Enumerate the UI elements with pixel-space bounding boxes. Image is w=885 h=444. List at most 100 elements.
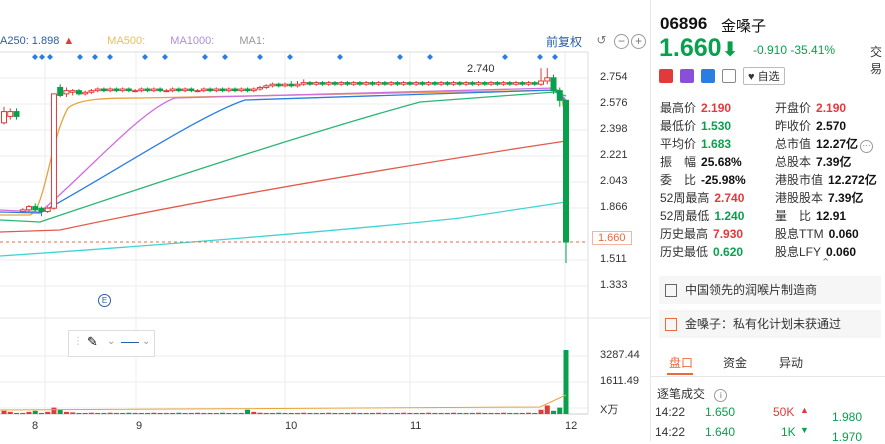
book-icon bbox=[665, 284, 677, 298]
volume-bar bbox=[532, 412, 538, 414]
volume-bar bbox=[344, 412, 350, 414]
tab-funds[interactable]: 资金 bbox=[723, 354, 747, 371]
candle-body bbox=[263, 85, 270, 88]
tab-quote[interactable]: 盘口 bbox=[669, 354, 693, 371]
candle-body bbox=[363, 82, 370, 85]
candle-body bbox=[238, 88, 245, 92]
volume-bar bbox=[151, 412, 157, 414]
volume-bar bbox=[220, 412, 226, 414]
candle-body bbox=[381, 82, 388, 85]
volume-bar bbox=[95, 412, 101, 414]
event-dot-icon bbox=[202, 54, 208, 60]
candle-body bbox=[100, 88, 107, 92]
candle-body bbox=[350, 82, 357, 85]
add-favorite-button[interactable]: ♥ 自选 bbox=[743, 67, 785, 85]
stat-low: 最低价 1.530 bbox=[660, 117, 731, 134]
more-icon[interactable]: ··· bbox=[860, 140, 874, 153]
candle-body bbox=[300, 82, 307, 85]
last-price: 1.660⬇ bbox=[659, 34, 738, 63]
volume-bar bbox=[226, 412, 232, 414]
volume-bar bbox=[88, 412, 94, 414]
candle-body bbox=[356, 82, 363, 85]
candle-body bbox=[313, 82, 320, 85]
company-profile-item[interactable]: 中国领先的润喉片制造商 bbox=[659, 276, 881, 304]
volume-bar bbox=[182, 412, 188, 414]
volume-bar bbox=[201, 412, 207, 414]
volume-tick-label: 1611.49 bbox=[600, 375, 639, 387]
volume-bar bbox=[332, 412, 338, 414]
stat-avg: 平均价 1.683 bbox=[660, 135, 731, 152]
candle-body bbox=[132, 90, 139, 93]
stat-lfy: 股息LFY 0.060 bbox=[775, 243, 856, 260]
volume-bar bbox=[145, 412, 151, 414]
tag-icon[interactable] bbox=[701, 69, 715, 83]
candle-body bbox=[119, 88, 126, 92]
line-dropdown-icon[interactable]: ⌄ bbox=[142, 336, 150, 347]
down-arrow-icon: ▼ bbox=[800, 425, 809, 435]
volume-bar bbox=[338, 412, 344, 414]
volume-bar bbox=[563, 350, 569, 414]
drawing-toolbar[interactable]: ⋮ ✎ ⌄ ⌄ bbox=[68, 330, 155, 357]
candle-body bbox=[282, 83, 288, 87]
stat-label: 港股股本 bbox=[775, 191, 824, 205]
volume-bar bbox=[101, 412, 107, 414]
info-icon[interactable]: i bbox=[714, 389, 728, 402]
stat-label: 股息LFY bbox=[775, 245, 822, 259]
candle-body bbox=[163, 90, 170, 93]
y-tick-label: 1.511 bbox=[600, 253, 627, 265]
volume-bar bbox=[419, 412, 425, 414]
volume-bar bbox=[488, 412, 494, 414]
volume-bar bbox=[482, 412, 488, 414]
kline-chart-panel[interactable]: A250: 1.898 ▲ MA500: MA1000: MA1: 前复权 ↺ −… bbox=[0, 0, 651, 441]
stat-value: 0.060 bbox=[826, 245, 857, 259]
ma5-line bbox=[0, 89, 567, 216]
candle-body bbox=[38, 207, 45, 212]
hk-flag-icon[interactable] bbox=[659, 69, 673, 83]
candle-body bbox=[481, 82, 488, 85]
candle-body bbox=[506, 82, 513, 85]
stat-hkshares: 港股股本 7.39亿 bbox=[775, 189, 863, 206]
event-dot-icon bbox=[77, 54, 83, 60]
news-text: 金嗓子：私有化计划未获通过 bbox=[685, 317, 842, 331]
pen-icon[interactable]: ✎ bbox=[87, 334, 98, 350]
stat-label: 港股市值 bbox=[775, 173, 824, 187]
stat-ttm: 股息TTM 0.060 bbox=[775, 225, 859, 242]
stat-w52h: 52周最高 2.740 bbox=[660, 189, 744, 206]
x-tick-label: 10 bbox=[285, 420, 298, 432]
volume-bar bbox=[282, 412, 288, 414]
volume-bar bbox=[170, 412, 176, 414]
tab-anomaly[interactable]: 异动 bbox=[779, 354, 803, 371]
event-dot-icon bbox=[107, 54, 113, 60]
volume-bar bbox=[369, 412, 375, 414]
volume-bar bbox=[544, 405, 550, 414]
stat-label: 总股本 bbox=[775, 155, 812, 169]
pen-dropdown-icon[interactable]: ⌄ bbox=[107, 336, 115, 347]
collapse-chevron-icon[interactable]: ⌃ bbox=[821, 256, 830, 269]
event-dot-icon bbox=[47, 54, 53, 60]
news-item[interactable]: 金嗓子：私有化计划未获通过 bbox=[659, 310, 881, 338]
y-tick-label: 2.754 bbox=[600, 71, 628, 83]
volume-bar bbox=[394, 412, 400, 414]
stock-icon-row: ♥ 自选 bbox=[659, 67, 785, 85]
stat-label: 股息TTM bbox=[775, 227, 824, 241]
drag-handle-icon[interactable]: ⋮ bbox=[73, 336, 83, 347]
volume-bar bbox=[232, 412, 238, 414]
volume-bar bbox=[476, 412, 482, 414]
stat-value: 1.240 bbox=[714, 209, 745, 223]
stat-vr: 量 比 12.91 bbox=[775, 207, 846, 224]
volume-bar bbox=[188, 412, 194, 414]
lightning-icon[interactable] bbox=[680, 69, 694, 83]
volume-bar bbox=[238, 412, 244, 414]
stat-value: 25.68% bbox=[701, 155, 742, 169]
trade-button[interactable]: 交易 bbox=[870, 43, 885, 77]
chart-canvas[interactable] bbox=[0, 0, 650, 441]
volume-bar bbox=[138, 412, 144, 414]
candle-body bbox=[344, 82, 351, 85]
document-icon[interactable] bbox=[722, 69, 736, 83]
line-style-icon[interactable] bbox=[121, 342, 139, 343]
event-marker-icon[interactable]: E bbox=[98, 294, 111, 307]
y-tick-label: 1.866 bbox=[600, 201, 628, 213]
volume-bar bbox=[319, 412, 325, 414]
candle-body bbox=[1, 111, 7, 124]
candle-body bbox=[550, 77, 557, 92]
